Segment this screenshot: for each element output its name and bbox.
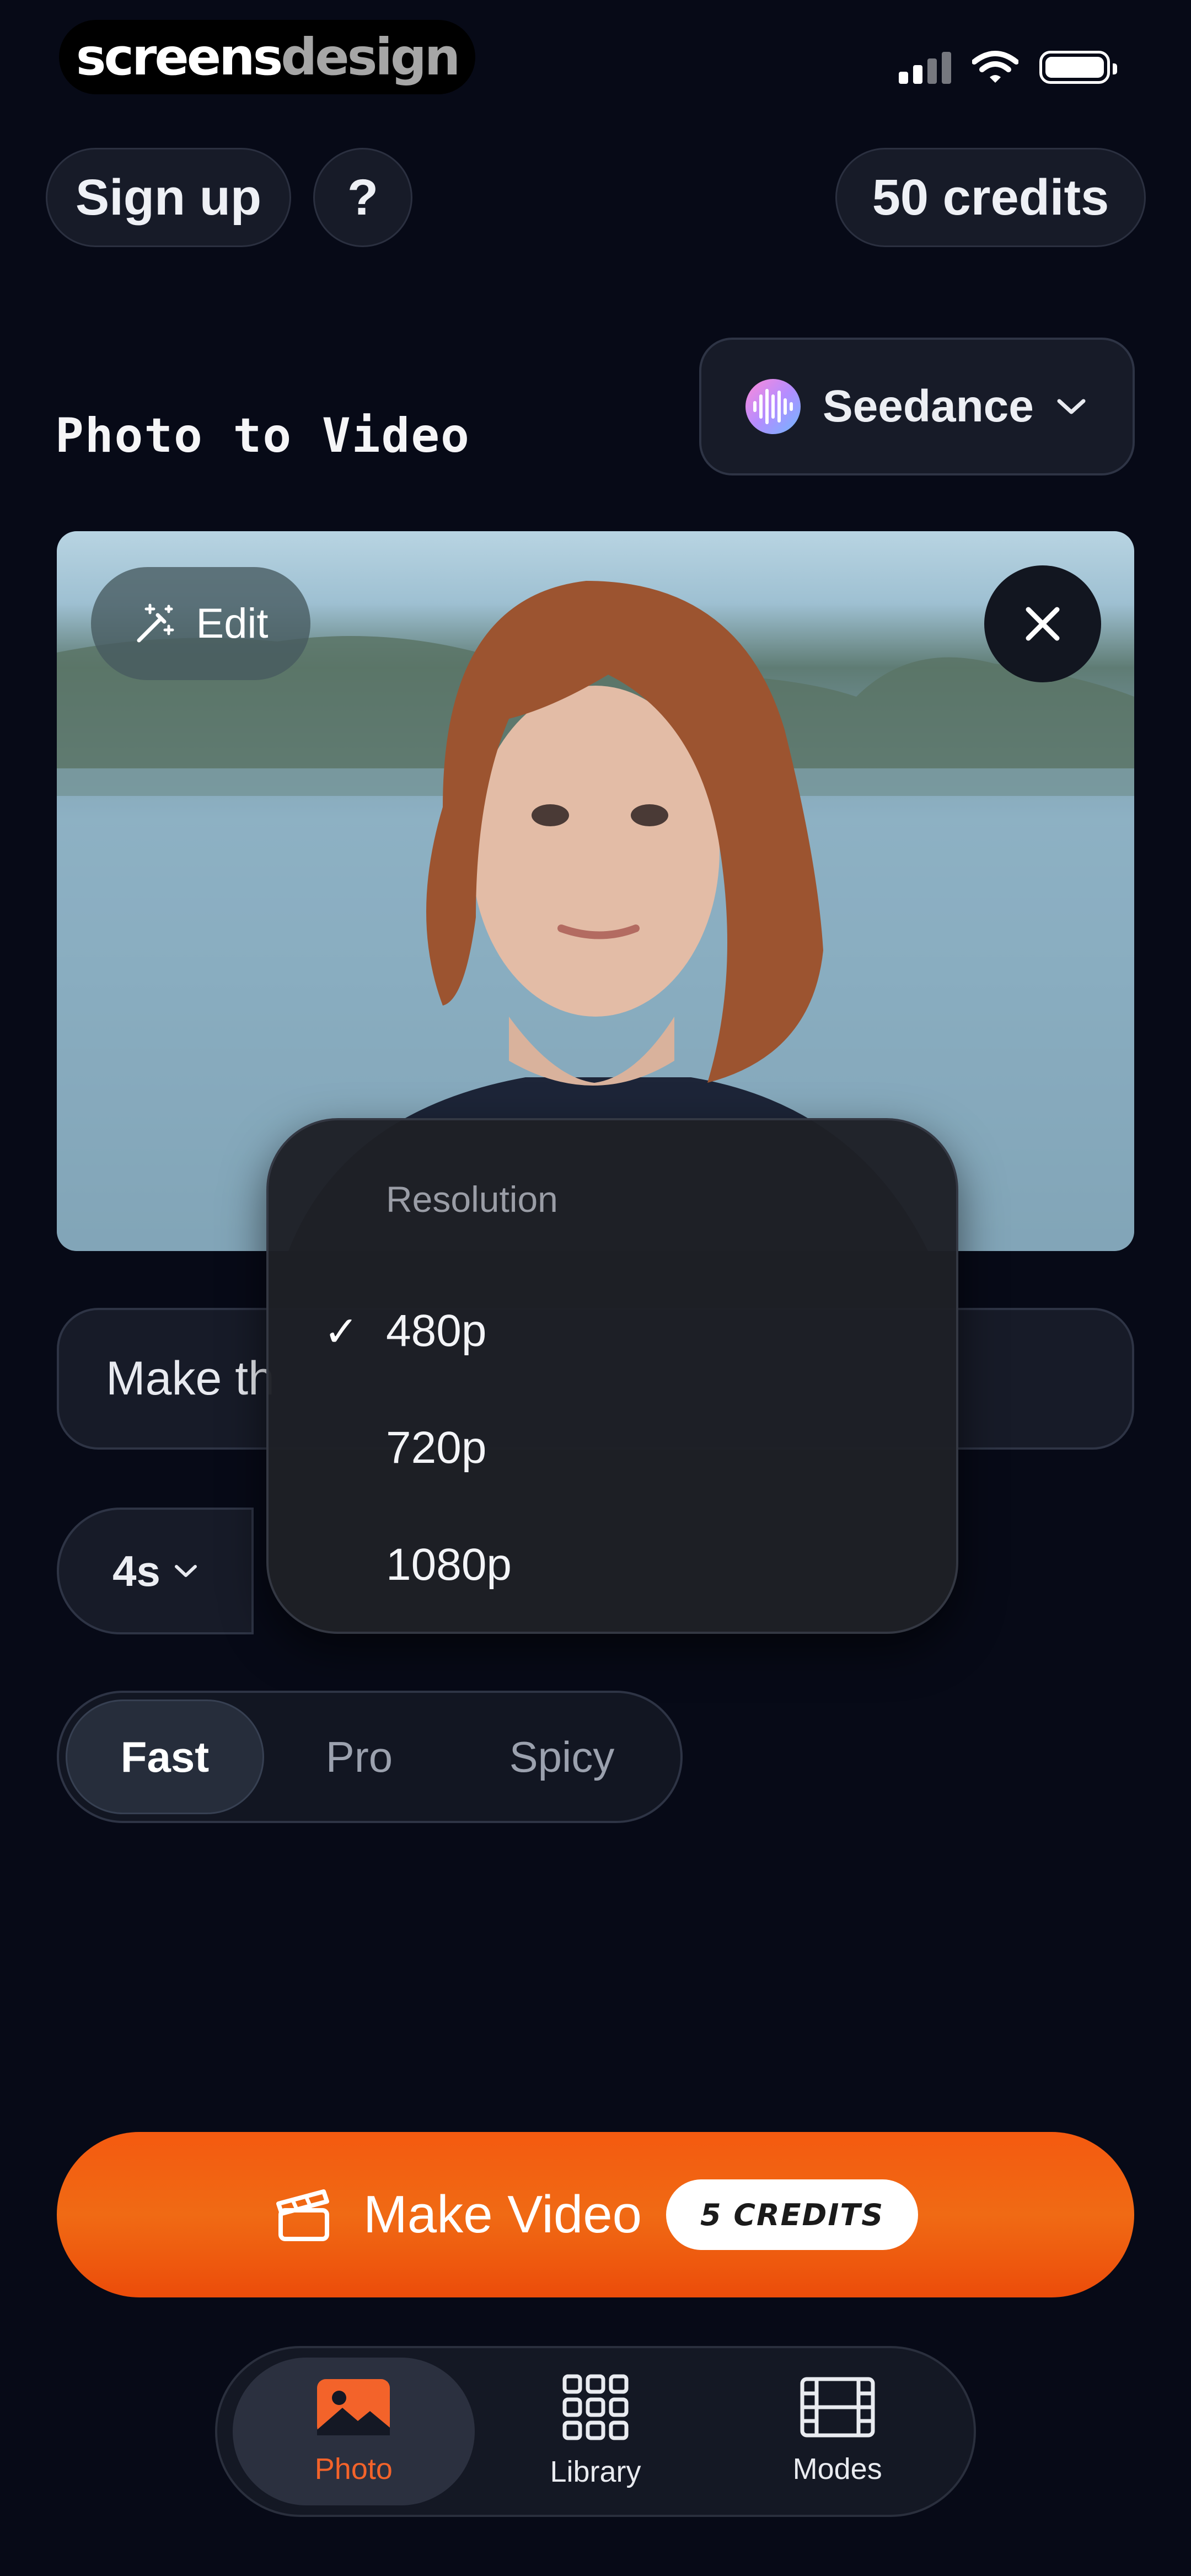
wifi-icon [972, 51, 1018, 83]
menu-header: Resolution [386, 1179, 558, 1220]
film-icon [800, 2377, 875, 2438]
remove-photo-button[interactable] [984, 565, 1101, 682]
status-icons [899, 51, 1117, 84]
prompt-text: Make th [106, 1352, 275, 1405]
edit-photo-button[interactable]: Edit [91, 567, 310, 680]
tab-library[interactable]: Library [475, 2358, 717, 2505]
quality-segmented-control: Fast Pro Spicy [57, 1691, 683, 1823]
screensdesign-logo: screens design [59, 20, 475, 94]
signal-icon [899, 51, 951, 84]
quality-pro[interactable]: Pro [264, 1699, 454, 1814]
tab-modes[interactable]: Modes [716, 2358, 958, 2505]
credits-button[interactable]: 50 credits [835, 148, 1146, 247]
menu-item-1080p[interactable]: 1080p [269, 1510, 956, 1620]
tab-bar: Photo Library Modes [215, 2346, 976, 2517]
make-video-label: Make Video [363, 2185, 642, 2244]
sign-up-button[interactable]: Sign up [46, 148, 291, 247]
model-name: Seedance [823, 381, 1034, 431]
menu-item-480p[interactable]: ✓ 480p [269, 1276, 956, 1386]
cost-badge: 5 CREDITS [666, 2179, 919, 2250]
grid-icon [562, 2374, 629, 2440]
clapperboard-icon [276, 2189, 329, 2241]
resolution-menu: Resolution ✓ 480p 720p 1080p [266, 1118, 958, 1634]
quality-spicy[interactable]: Spicy [454, 1699, 669, 1814]
tab-modes-label: Modes [792, 2452, 882, 2486]
image-icon [317, 2379, 390, 2435]
page-title: Photo to Video [55, 408, 470, 463]
duration-label: 4s [112, 1546, 160, 1595]
battery-icon [1039, 51, 1117, 84]
model-selector[interactable]: Seedance [699, 338, 1135, 475]
quality-fast[interactable]: Fast [66, 1699, 264, 1814]
edit-label: Edit [196, 600, 269, 647]
chevron-down-icon [174, 1565, 197, 1577]
make-video-button[interactable]: Make Video 5 CREDITS [57, 2132, 1134, 2297]
menu-item-720p[interactable]: 720p [269, 1393, 956, 1503]
chevron-down-icon [1057, 399, 1086, 414]
tab-photo-label: Photo [314, 2452, 393, 2486]
help-button[interactable]: ? [313, 148, 412, 247]
waveform-icon [745, 379, 801, 434]
close-icon [1026, 607, 1060, 641]
checkmark-icon: ✓ [324, 1308, 359, 1355]
tab-photo[interactable]: Photo [233, 2358, 475, 2505]
duration-selector[interactable]: 4s [57, 1508, 254, 1634]
tab-library-label: Library [550, 2455, 641, 2488]
magic-wand-icon [137, 603, 174, 642]
